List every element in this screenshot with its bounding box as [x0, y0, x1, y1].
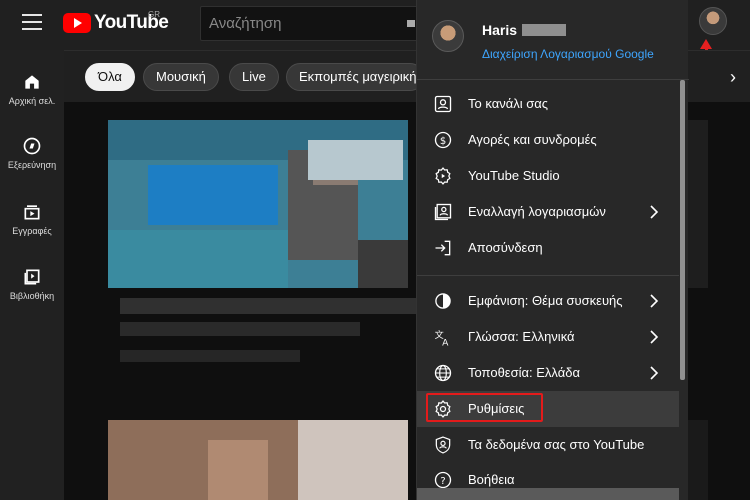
account-menu: Haris Διαχείριση Λογαριασμού Google Το κ…	[416, 0, 689, 500]
video-meta-placeholder	[120, 350, 300, 362]
settings-highlight-annotation	[426, 393, 543, 422]
account-name: Haris	[482, 22, 518, 38]
globe-icon	[434, 364, 452, 382]
menu-item-language[interactable]: 文A Γλώσσα: Ελληνικά	[417, 319, 679, 355]
menu-item-label: Βοήθεια	[468, 472, 515, 487]
menu-item-sign-out[interactable]: Αποσύνδεση	[417, 230, 679, 266]
switch-account-icon	[434, 203, 452, 221]
sidebar-item-label: Βιβλιοθήκη	[9, 291, 55, 301]
keyboard-icon[interactable]	[407, 20, 415, 27]
video-thumbnail-partial[interactable]	[688, 420, 708, 500]
dollar-circle-icon: $	[434, 131, 452, 149]
video-title-placeholder	[120, 298, 416, 314]
menu-item-youtube-studio[interactable]: YouTube Studio	[417, 158, 679, 194]
menu-item-label: Αποσύνδεση	[468, 240, 543, 255]
chip-live[interactable]: Live	[229, 63, 279, 91]
account-avatar-button[interactable]	[699, 7, 727, 35]
shield-person-icon	[435, 436, 451, 454]
menu-item-label: Τα δεδομένα σας στο YouTube	[468, 437, 645, 452]
video-title-placeholder	[120, 322, 360, 336]
chip-cooking[interactable]: Εκπομπές μαγειρικής	[286, 63, 424, 91]
mini-sidebar: Αρχική σελ. Εξερεύνηση Εγγραφές Βιβλιοθή…	[0, 50, 64, 500]
play-logo-icon	[63, 13, 91, 33]
studio-gear-icon	[435, 167, 451, 185]
menu-item-label: Το κανάλι σας	[468, 96, 549, 111]
region-label: GR	[148, 10, 160, 19]
sidebar-item-library[interactable]: Βιβλιοθήκη	[0, 253, 64, 309]
sidebar-item-label: Εγγραφές	[12, 226, 52, 236]
menu-item-label: Γλώσσα: Ελληνικά	[468, 329, 575, 344]
appearance-icon	[435, 293, 451, 309]
menu-item-appearance[interactable]: Εμφάνιση: Θέμα συσκευής	[417, 283, 679, 319]
redacted-surname	[522, 24, 566, 36]
svg-text:?: ?	[440, 476, 445, 487]
video-thumbnail[interactable]	[108, 420, 408, 500]
search-box[interactable]	[200, 6, 420, 41]
chevron-right-icon[interactable]: ›	[718, 62, 748, 92]
chevron-right-icon	[650, 205, 659, 219]
menu-bottom-strip	[417, 488, 679, 500]
help-icon: ?	[434, 471, 452, 489]
menu-scrollbar[interactable]	[680, 80, 685, 380]
home-icon	[25, 75, 39, 89]
menu-item-label: YouTube Studio	[468, 168, 560, 183]
sidebar-item-label: Αρχική σελ.	[8, 96, 56, 106]
svg-text:$: $	[440, 136, 446, 147]
menu-icon[interactable]	[22, 14, 42, 30]
svg-text:A: A	[442, 337, 449, 347]
chevron-right-icon	[650, 294, 659, 308]
translate-icon: 文A	[435, 329, 450, 347]
sidebar-item-label: Εξερεύνηση	[7, 160, 57, 170]
compass-icon	[23, 137, 41, 155]
chip-music[interactable]: Μουσική	[143, 63, 219, 91]
video-thumbnail[interactable]	[108, 120, 408, 288]
menu-item-location[interactable]: Τοποθεσία: Ελλάδα	[417, 355, 679, 391]
sidebar-item-explore[interactable]: Εξερεύνηση	[0, 122, 64, 178]
menu-item-label: Εμφάνιση: Θέμα συσκευής	[468, 293, 623, 308]
avatar	[432, 20, 464, 52]
sidebar-item-subscriptions[interactable]: Εγγραφές	[0, 188, 64, 244]
video-thumbnail-partial[interactable]	[688, 120, 708, 288]
menu-divider	[417, 275, 679, 276]
manage-account-link[interactable]: Διαχείριση Λογαριασμού Google	[482, 47, 654, 61]
menu-item-label: Εναλλαγή λογαριασμών	[468, 204, 606, 219]
sign-out-icon	[435, 240, 451, 256]
chevron-right-icon	[650, 366, 659, 380]
sidebar-item-home[interactable]: Αρχική σελ.	[0, 58, 64, 114]
chip-all[interactable]: Όλα	[85, 63, 135, 91]
menu-item-label: Τοποθεσία: Ελλάδα	[468, 365, 580, 380]
library-icon	[24, 269, 40, 285]
menu-item-label: Αγορές και συνδρομές	[468, 132, 597, 147]
youtube-logo[interactable]: YouTube GR	[63, 10, 169, 34]
person-icon	[434, 95, 452, 113]
search-input[interactable]	[201, 7, 401, 40]
menu-item-purchases[interactable]: $ Αγορές και συνδρομές	[417, 122, 679, 158]
menu-item-your-channel[interactable]: Το κανάλι σας	[417, 86, 679, 122]
chevron-right-icon	[650, 330, 659, 344]
menu-item-switch-account[interactable]: Εναλλαγή λογαριασμών	[417, 194, 679, 230]
menu-item-your-data[interactable]: Τα δεδομένα σας στο YouTube	[417, 427, 679, 463]
account-menu-header: Haris Διαχείριση Λογαριασμού Google	[417, 0, 689, 80]
subscriptions-icon	[24, 205, 40, 220]
